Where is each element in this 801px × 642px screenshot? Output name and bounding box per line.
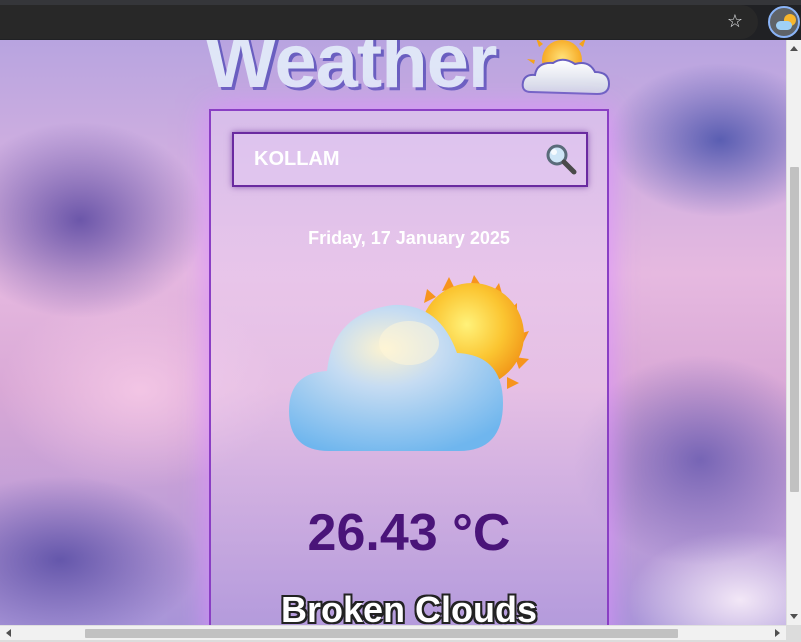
- star-icon[interactable]: ☆: [724, 10, 746, 32]
- vertical-scroll-thumb[interactable]: [790, 167, 799, 492]
- weather-card: Friday, 17 January 2025: [209, 109, 609, 625]
- magnifier-icon[interactable]: [544, 142, 578, 176]
- sun-behind-cloud-icon: [521, 40, 611, 96]
- search-box: [232, 132, 588, 187]
- horizontal-scroll-thumb[interactable]: [85, 629, 678, 638]
- weather-extension-icon[interactable]: [768, 6, 800, 38]
- page-viewport: Weather KOLLAM Friday, 17 January 2025 2…: [0, 40, 786, 625]
- page-title: Weather: [205, 40, 497, 104]
- scroll-down-icon[interactable]: [790, 614, 798, 619]
- temperature-value: 26.43 °C: [307, 504, 511, 562]
- city-search-input[interactable]: [234, 134, 534, 185]
- scroll-up-icon[interactable]: [790, 46, 798, 51]
- sun-behind-cloud-icon: [289, 275, 529, 451]
- address-bar[interactable]: [0, 5, 758, 39]
- vertical-scrollbar[interactable]: [786, 40, 801, 625]
- scrollbar-corner: [786, 625, 801, 640]
- horizontal-scrollbar[interactable]: [0, 625, 786, 640]
- scroll-left-icon[interactable]: [6, 629, 11, 637]
- scroll-right-icon[interactable]: [775, 629, 780, 637]
- weather-condition: Broken Clouds: [280, 589, 538, 625]
- current-date: Friday, 17 January 2025: [308, 228, 510, 248]
